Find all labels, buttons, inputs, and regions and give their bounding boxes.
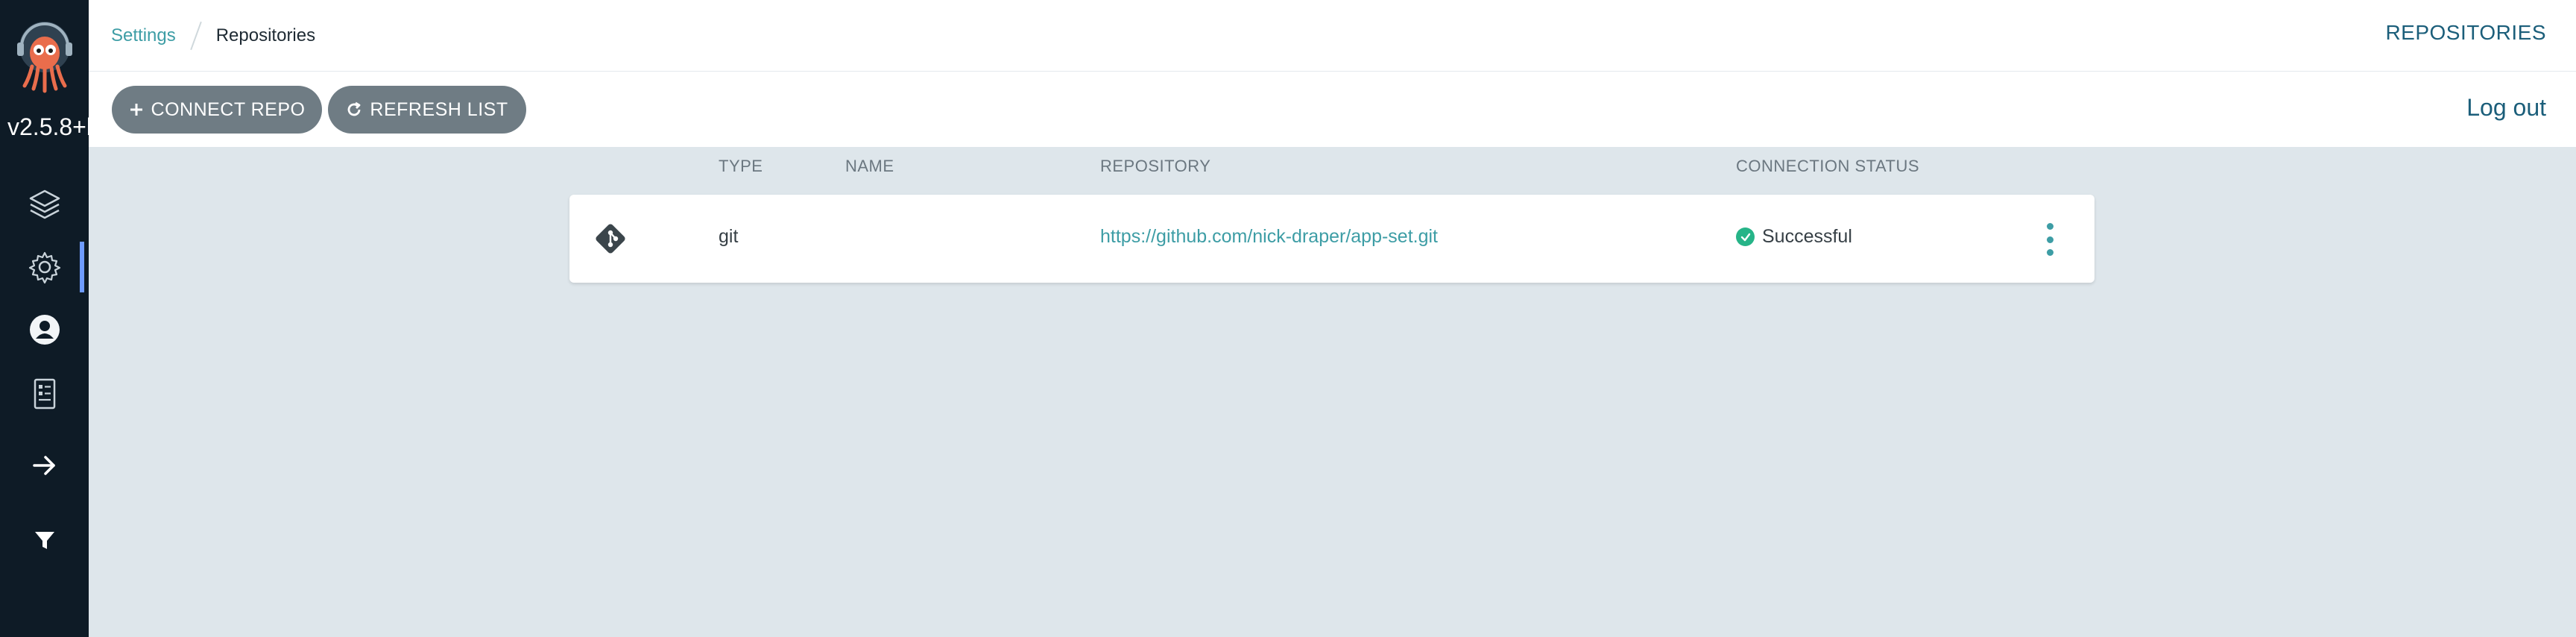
- nav-user-info[interactable]: [0, 300, 89, 360]
- active-indicator: [80, 242, 84, 292]
- breadcrumb-settings-link[interactable]: Settings: [111, 25, 176, 46]
- cell-connection-status: Successful: [1736, 226, 1852, 248]
- refresh-list-label: REFRESH LIST: [370, 98, 508, 120]
- argo-logo[interactable]: [13, 19, 77, 93]
- gear-icon: [28, 251, 60, 284]
- toolbar: CONNECT REPO REFRESH LIST Log out: [89, 72, 2576, 147]
- docs-icon: [34, 378, 55, 410]
- page-title: REPOSITORIES: [2385, 21, 2546, 44]
- arrow-right-icon: [32, 456, 55, 475]
- table-row[interactable]: git https://github.com/nick-draper/app-s…: [569, 195, 2094, 283]
- connect-repo-label: CONNECT REPO: [151, 98, 306, 120]
- nav-filter[interactable]: [0, 510, 89, 570]
- column-header-repository: REPOSITORY: [1100, 157, 1211, 175]
- nav-documentation[interactable]: [0, 364, 89, 424]
- sidebar: v2.5.8+b: [0, 0, 89, 637]
- plus-icon: [130, 104, 142, 116]
- refresh-icon: [348, 101, 361, 116]
- layers-icon: [29, 189, 60, 219]
- top-header: Settings Repositories REPOSITORIES: [89, 0, 2576, 72]
- filter-icon: [34, 532, 54, 549]
- refresh-list-button[interactable]: REFRESH LIST: [328, 86, 526, 134]
- cell-repository-link[interactable]: https://github.com/nick-draper/app-set.g…: [1100, 226, 1438, 248]
- nav-applications[interactable]: [0, 175, 89, 234]
- breadcrumb-current: Repositories: [215, 25, 316, 46]
- breadcrumb-separator: [189, 21, 202, 51]
- column-header-type: TYPE: [719, 157, 763, 175]
- version-label: v2.5.8+b: [7, 113, 89, 140]
- column-header-name: NAME: [845, 157, 894, 175]
- row-actions-menu-icon[interactable]: [2045, 223, 2054, 256]
- nav-settings[interactable]: [0, 237, 89, 297]
- breadcrumb: Settings Repositories: [111, 21, 315, 51]
- logout-link[interactable]: Log out: [2466, 94, 2546, 122]
- cell-type: git: [719, 226, 739, 247]
- connect-repo-button[interactable]: CONNECT REPO: [112, 86, 322, 134]
- nav-expand[interactable]: [0, 436, 89, 495]
- column-header-connection-status: CONNECTION STATUS: [1736, 157, 1920, 175]
- user-icon: [29, 315, 60, 345]
- status-text: Successful: [1762, 226, 1852, 247]
- git-icon: [596, 224, 625, 254]
- check-circle-icon: [1736, 228, 1755, 246]
